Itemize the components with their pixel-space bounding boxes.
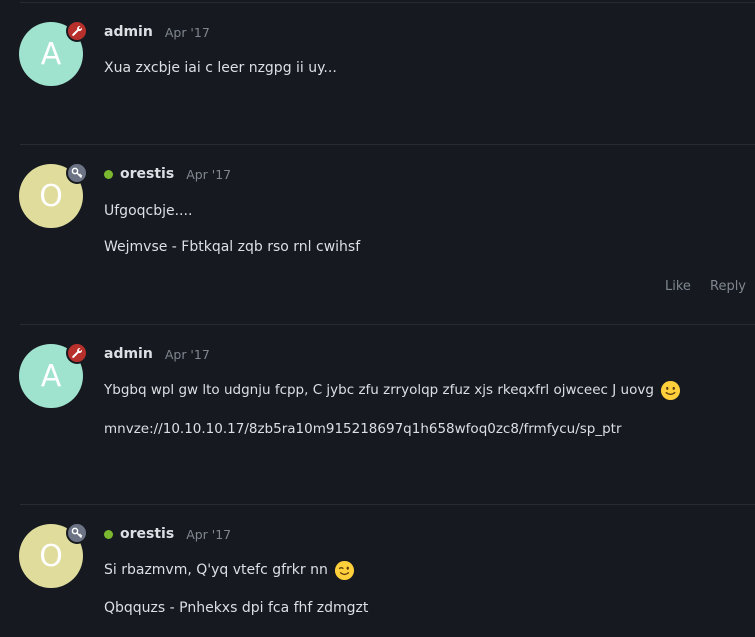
post-date[interactable]: Apr '17: [186, 527, 231, 542]
topic-post-stream: A admin Apr '17 Xua zxcbje iai c leer nz…: [0, 0, 755, 637]
like-button[interactable]: Like: [665, 279, 691, 294]
post-date[interactable]: Apr '17: [165, 25, 210, 40]
username[interactable]: admin: [104, 24, 153, 40]
post-1: A admin Apr '17 Xua zxcbje iai c leer nz…: [0, 0, 755, 145]
slightly-smiling-face-icon: [660, 380, 680, 400]
key-icon: [66, 162, 88, 184]
online-status-icon: [104, 529, 113, 539]
online-status-icon: [104, 169, 113, 179]
post-meta: orestis Apr '17: [104, 164, 231, 184]
key-icon: [66, 522, 88, 544]
paragraph-text: Ybgbq wpl gw lto udgnju fcpp, C jybc zfu…: [104, 382, 654, 398]
paragraph-text: mnvze://10.10.10.17/8zb5ra10m915218697q1…: [104, 421, 622, 437]
post-2: O orestis Apr '17 Ufgoqcbje.... Wejmvse …: [0, 145, 755, 325]
wrench-icon: [66, 20, 88, 42]
avatar-letter: A: [40, 36, 62, 72]
post-paragraph: Xua zxcbje iai c leer nzgpg ii uy...: [104, 57, 337, 79]
post-meta: admin Apr '17: [104, 344, 210, 364]
paragraph-text: Ufgoqcbje....: [104, 203, 193, 219]
paragraph-text: Qbqquzs - Pnhekxs dpi fca fhf zdmgzt: [104, 600, 369, 616]
avatar-letter: O: [39, 538, 63, 574]
paragraph-text: Wejmvse - Fbtkqal zqb rso rnl cwihsf: [104, 239, 361, 255]
username[interactable]: admin: [104, 346, 153, 362]
post-paragraph: Wejmvse - Fbtkqal zqb rso rnl cwihsf: [104, 236, 360, 258]
post-paragraph: Si rbazmvm, Q'yq vtefc gfrkr nn: [104, 559, 355, 581]
post-3: A admin Apr '17 Ybgbq wpl gw lto udgnju …: [0, 325, 755, 505]
post-meta: orestis Apr '17: [104, 524, 231, 544]
avatar-letter: A: [40, 358, 62, 394]
username[interactable]: orestis: [120, 526, 174, 542]
paragraph-text: Si rbazmvm, Q'yq vtefc gfrkr nn: [104, 562, 328, 578]
post-4: O orestis Apr '17 Si rbazmvm, Q'yq vtefc…: [0, 505, 755, 637]
wrench-icon: [66, 342, 88, 364]
post-paragraph: mnvze://10.10.10.17/8zb5ra10m915218697q1…: [104, 418, 622, 440]
username[interactable]: orestis: [120, 166, 174, 182]
avatar-letter: O: [39, 178, 63, 214]
post-date[interactable]: Apr '17: [186, 167, 231, 182]
post-paragraph: Ybgbq wpl gw lto udgnju fcpp, C jybc zfu…: [104, 379, 681, 401]
reply-button[interactable]: Reply: [710, 279, 746, 294]
winking-face-icon: [334, 560, 354, 580]
post-paragraph: Qbqquzs - Pnhekxs dpi fca fhf zdmgzt: [104, 597, 368, 619]
post-paragraph: Ufgoqcbje....: [104, 200, 192, 222]
post-meta: admin Apr '17: [104, 22, 210, 42]
post-date[interactable]: Apr '17: [165, 347, 210, 362]
paragraph-text: Xua zxcbje iai c leer nzgpg ii uy...: [104, 60, 337, 76]
